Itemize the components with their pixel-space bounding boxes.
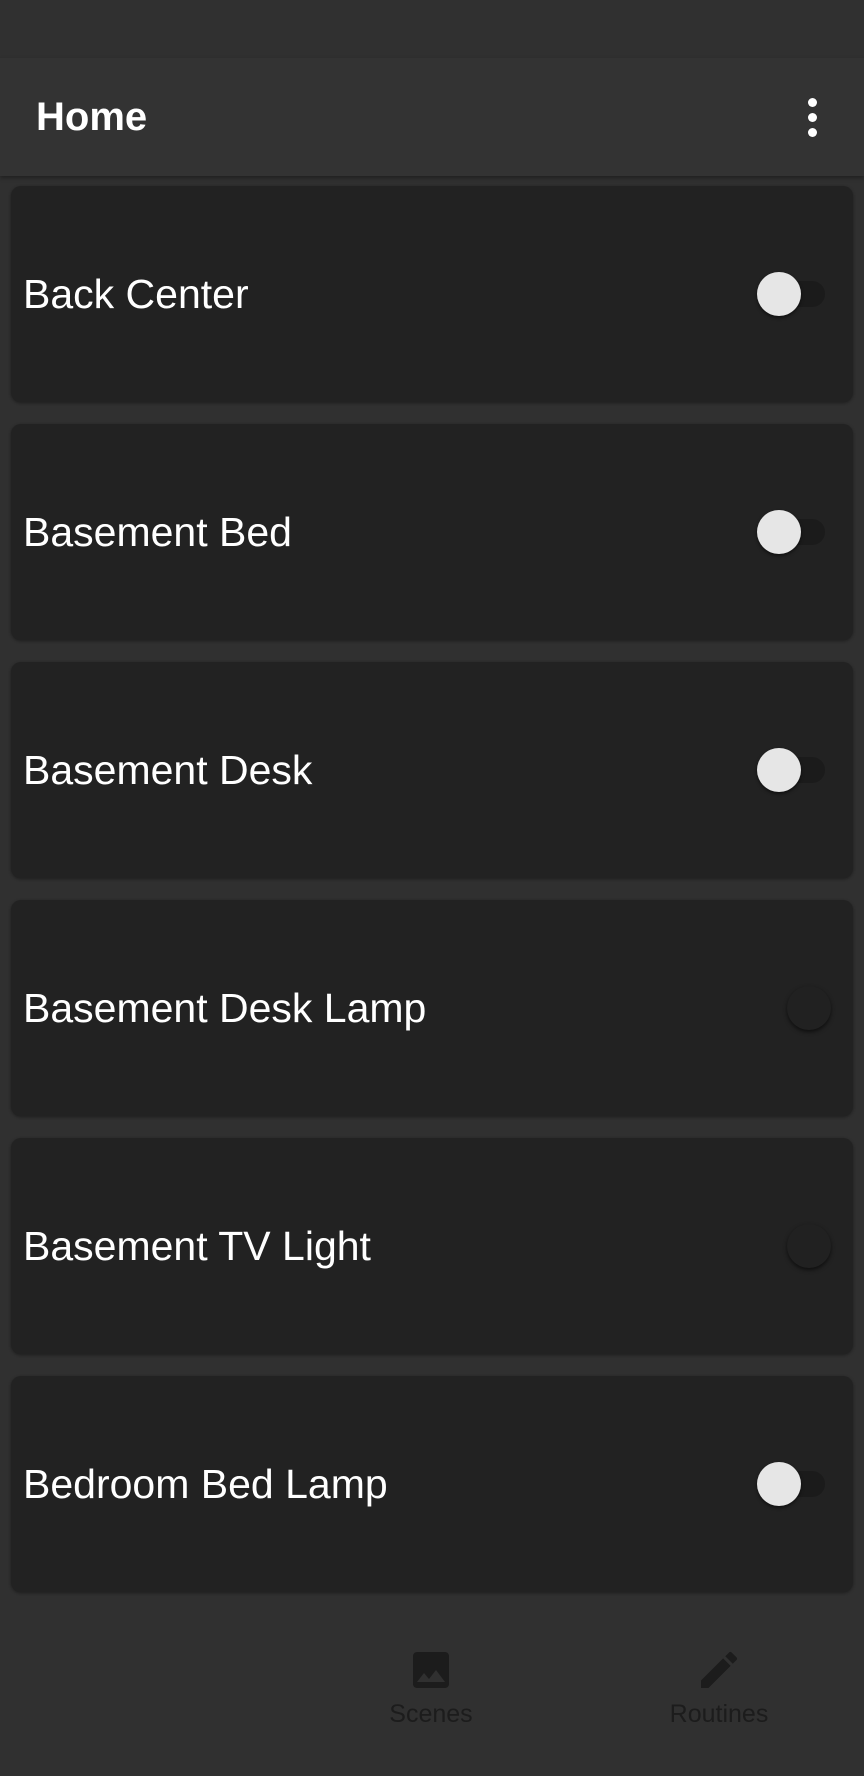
menu-dot <box>807 97 817 107</box>
device-name: Basement Desk <box>23 746 313 793</box>
device-card-basement-tv-light[interactable]: Basement TV Light <box>11 1138 853 1354</box>
power-toggle[interactable] <box>757 270 829 318</box>
toggle-thumb <box>757 272 801 316</box>
device-name: Basement Bed <box>23 508 292 555</box>
power-toggle[interactable] <box>757 1222 831 1270</box>
power-toggle[interactable] <box>757 508 829 556</box>
toggle-thumb <box>757 510 801 554</box>
device-card-basement-desk[interactable]: Basement Desk <box>11 662 853 878</box>
pencil-icon <box>701 1651 738 1688</box>
device-name: Basement TV Light <box>23 1222 371 1269</box>
device-card-basement-desk-lamp[interactable]: Basement Desk Lamp <box>11 900 853 1116</box>
app-bar: Home <box>0 58 864 176</box>
nav-label-scenes: Scenes <box>389 1700 473 1728</box>
device-name: Back Center <box>23 270 249 317</box>
nav-label-routines: Routines <box>669 1700 769 1728</box>
toggle-thumb <box>757 748 801 792</box>
image-icon <box>413 1652 449 1688</box>
toggle-thumb <box>787 986 831 1030</box>
status-bar <box>0 0 864 58</box>
nav-scenes[interactable]: Scenes <box>341 1646 521 1729</box>
toggle-thumb <box>757 1462 801 1506</box>
device-card-bedroom-bed-lamp[interactable]: Bedroom Bed Lamp <box>11 1376 853 1592</box>
device-list: Back Center Basement Bed Basement Desk B… <box>11 186 853 1592</box>
home-screen: Home Back Center Basement Bed Basement D… <box>0 0 864 1776</box>
device-name: Basement Desk Lamp <box>23 984 427 1031</box>
device-card-back-center[interactable]: Back Center <box>11 186 853 402</box>
nav-routines[interactable]: Routines <box>629 1646 809 1729</box>
power-toggle[interactable] <box>757 984 831 1032</box>
power-toggle[interactable] <box>757 746 829 794</box>
page-title: Home <box>36 94 148 139</box>
menu-dot <box>807 127 817 137</box>
device-name: Bedroom Bed Lamp <box>23 1460 388 1507</box>
toggle-thumb <box>787 1224 831 1268</box>
more-vert-icon[interactable] <box>788 93 836 141</box>
bottom-navigation: Scenes Routines <box>0 1610 864 1776</box>
device-card-basement-bed[interactable]: Basement Bed <box>11 424 853 640</box>
power-toggle[interactable] <box>757 1460 829 1508</box>
menu-dot <box>807 112 817 122</box>
